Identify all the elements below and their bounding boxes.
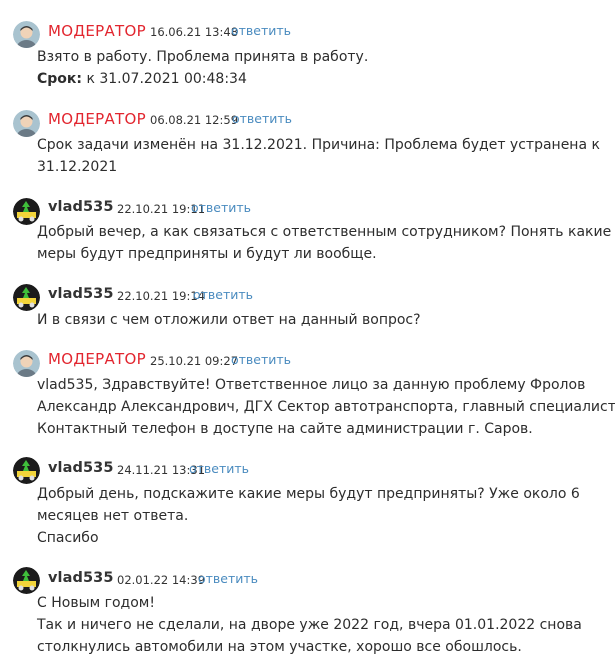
comment-text-line: месяцев нет ответа. [37,508,189,524]
comment-text-line: С Новым годом! [37,595,155,611]
user-avatar-icon [13,457,40,484]
user-avatar-icon [13,284,40,311]
comment-text-line: 31.12.2021 [37,159,118,175]
comment-timestamp: 06.08.21 12:59 [150,113,239,127]
reply-link[interactable]: ответить [193,287,253,302]
reply-link[interactable]: ответить [191,200,251,215]
comment-text-line: Срок задачи изменён на 31.12.2021. Причи… [37,137,600,153]
comment-author: vlad535 [48,286,114,302]
deadline-label: Срок: [37,71,83,87]
user-avatar-icon [13,567,40,594]
comment-text-line: Так и ничего не сделали, на дворе уже 20… [37,617,582,633]
comment-text-line: И в связи с чем отложили ответ на данный… [37,312,421,328]
comment-body: Добрый вечер, а как связаться с ответств… [37,221,612,265]
user-avatar-icon [13,198,40,225]
moderator-avatar-icon [13,21,40,48]
comment-timestamp: 02.01.22 14:39 [117,573,206,587]
comment-body: vlad535, Здравствуйте! Ответственное лиц… [37,374,615,440]
comment-text-line: столкнулись автомобили на этом участке, … [37,639,522,655]
comment-body: С Новым годом! Так и ничего не сделали, … [37,592,597,658]
comment-text-line: Добрый вечер, а как связаться с ответств… [37,224,612,240]
deadline-value: к 31.07.2021 00:48:34 [82,71,247,87]
comment-body: Взято в работу. Проблема принята в работ… [37,46,597,90]
comment-deadline: Срок: к 31.07.2021 00:48:34 [37,68,597,90]
comment-author: МОДЕРАТОР [48,350,146,368]
reply-link[interactable]: ответить [198,571,258,586]
comment-text-line: vlad535, Здравствуйте! Ответственное лиц… [37,377,586,393]
comment-text-line: Добрый день, подскажите какие меры будут… [37,486,580,502]
comment-body: Добрый день, подскажите какие меры будут… [37,483,597,549]
comment-author: vlad535 [48,460,114,476]
comment-author: МОДЕРАТОР [48,22,146,40]
comment-author: МОДЕРАТОР [48,110,146,128]
comment-body: Срок задачи изменён на 31.12.2021. Причи… [37,134,600,178]
comment-text-line: Спасибо [37,530,99,546]
comment-timestamp: 16.06.21 13:48 [150,25,239,39]
reply-link[interactable]: ответить [189,461,249,476]
moderator-avatar-icon [13,110,40,137]
comment-timestamp: 25.10.21 09:27 [150,354,239,368]
comment-text-line: Александр Александрович, ДГХ Сектор авто… [37,399,615,415]
comment-text-line: меры будут предприняты и будут ли вообще… [37,246,377,262]
comment-body: И в связи с чем отложили ответ на данный… [37,309,597,331]
comment-text-line: Контактный телефон в доступе на сайте ад… [37,421,533,437]
moderator-avatar-icon [13,350,40,377]
comment-author: vlad535 [48,199,114,215]
reply-link[interactable]: ответить [232,111,292,126]
comment-author: vlad535 [48,570,114,586]
comment-text-line: Взято в работу. Проблема принята в работ… [37,49,369,65]
comment-timestamp: 22.10.21 19:14 [117,289,206,303]
reply-link[interactable]: ответить [231,23,291,38]
reply-link[interactable]: ответить [231,352,291,367]
